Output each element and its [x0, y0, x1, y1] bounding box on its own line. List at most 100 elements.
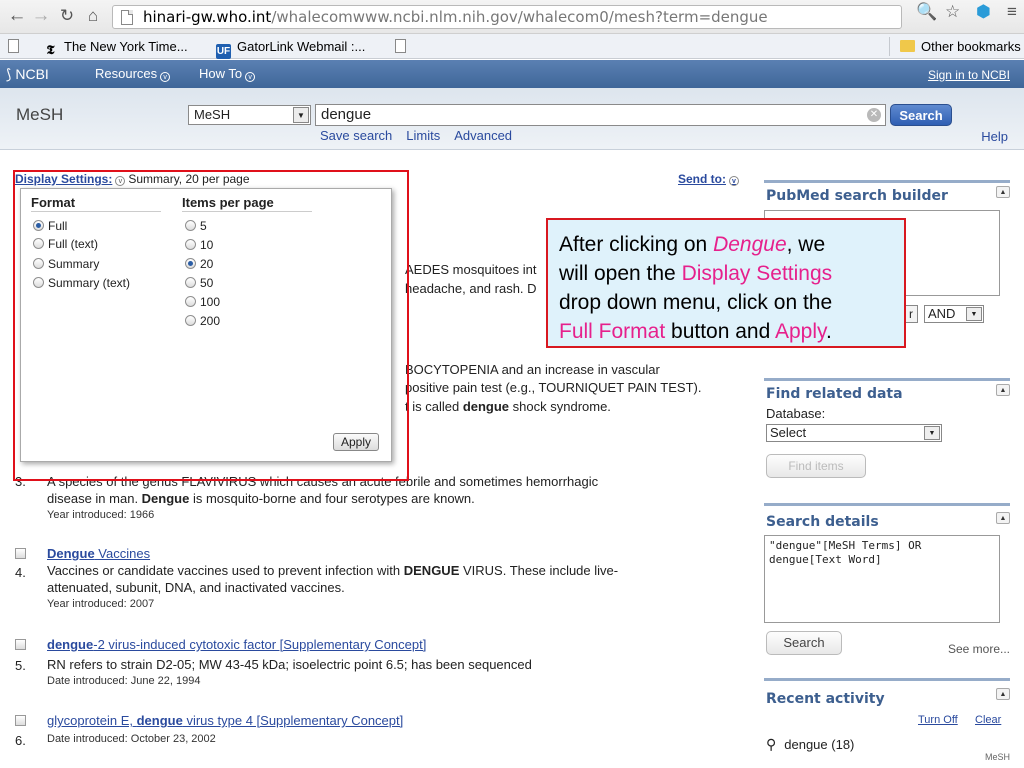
search-input[interactable]: dengue ✕ [315, 104, 886, 126]
related-database-select[interactable]: Select ▼ [766, 424, 942, 442]
see-more-link[interactable]: See more... [948, 642, 1010, 656]
resources-menu[interactable]: Resources v [95, 66, 171, 82]
related-title: Find related data [766, 386, 903, 402]
result-title-link[interactable]: Dengue Vaccines [47, 545, 747, 562]
home-icon[interactable]: ⌂ [82, 5, 104, 27]
radio-icon[interactable] [33, 220, 44, 231]
result-checkbox[interactable] [15, 639, 26, 650]
radio-icon[interactable] [185, 220, 196, 231]
forward-icon[interactable]: → [30, 5, 52, 27]
search-details-portlet: Search details ▲ "dengue"[MeSH Terms] OR… [764, 503, 1010, 663]
display-settings-popover: Format Items per page Full Full (text) S… [20, 188, 392, 462]
zoom-icon[interactable]: 🔍 [916, 0, 937, 24]
clear-icon[interactable]: ✕ [867, 108, 881, 122]
bookmark-gatorlink[interactable]: UF GatorLink Webmail :... [216, 38, 365, 59]
other-bookmarks[interactable]: Other bookmarks [900, 38, 1021, 55]
callout-line: will open the Display Settings [559, 259, 894, 288]
extension-icon[interactable]: ⬢ [976, 0, 991, 24]
items-heading: Items per page [182, 195, 312, 212]
back-icon[interactable]: ← [6, 5, 28, 27]
bookmark-blank[interactable] [8, 38, 19, 55]
radio-icon[interactable] [185, 239, 196, 250]
collapse-icon[interactable]: ▲ [996, 186, 1010, 198]
howto-menu[interactable]: How To v [199, 66, 256, 82]
items-option-20[interactable]: 20 [185, 256, 213, 272]
recent-item-label: dengue (18) [784, 737, 855, 752]
items-option-5[interactable]: 5 [185, 218, 207, 234]
chevron-down-icon[interactable]: v [115, 176, 126, 186]
howto-label: How To [199, 66, 243, 81]
clear-link[interactable]: Clear [975, 714, 1001, 726]
fragment-text: t is called [405, 399, 463, 414]
items-option-100[interactable]: 100 [185, 294, 220, 310]
advanced-link[interactable]: Advanced [454, 128, 512, 143]
fragment-text: shock syndrome. [509, 399, 611, 414]
limits-link[interactable]: Limits [406, 128, 440, 143]
callout-line: After clicking on Dengue, we [559, 230, 894, 259]
option-label: 5 [200, 219, 207, 233]
builder-partial-control[interactable]: r [904, 305, 918, 323]
result-title-link[interactable]: dengue-2 virus-induced cytotoxic factor … [47, 636, 747, 653]
format-option-full[interactable]: Full [33, 218, 67, 234]
ncbi-bar: ⟆ NCBI Resources v How To v Sign in to N… [0, 60, 1024, 88]
radio-icon[interactable] [185, 315, 196, 326]
display-settings-bar: Display Settings: v Summary, 20 per page [15, 172, 250, 186]
radio-icon[interactable] [33, 277, 44, 288]
search-details-textarea[interactable]: "dengue"[MeSH Terms] OR dengue[Text Word… [764, 535, 1000, 623]
result-description: RN refers to strain D2-05; MW 43-45 kDa;… [47, 657, 532, 672]
result-checkbox[interactable] [15, 548, 26, 559]
address-bar[interactable]: hinari-gw.who.int/whalecomwww.ncbi.nlm.n… [112, 5, 902, 29]
collapse-icon[interactable]: ▲ [996, 512, 1010, 524]
collapse-icon[interactable]: ▲ [996, 384, 1010, 396]
result-year: Date introduced: October 23, 2002 [47, 733, 216, 745]
builder-operator-select[interactable]: AND ▼ [924, 305, 984, 323]
ncbi-logo[interactable]: ⟆ NCBI [6, 66, 49, 83]
items-option-200[interactable]: 200 [185, 313, 220, 329]
radio-icon[interactable] [185, 258, 196, 269]
nytimes-icon: 𝕿 [46, 43, 55, 58]
title-text: glycoprotein E, [47, 713, 137, 728]
radio-icon[interactable] [185, 277, 196, 288]
chevron-down-icon: v [160, 72, 171, 82]
bookmark-nytimes[interactable]: 𝕿 The New York Time... [43, 38, 188, 58]
search-button[interactable]: Search [890, 104, 952, 126]
radio-icon[interactable] [33, 258, 44, 269]
items-option-10[interactable]: 10 [185, 237, 213, 253]
result-fragment: AEDES mosquitoes int [405, 262, 537, 277]
display-settings-link[interactable]: Display Settings: [15, 172, 112, 186]
result-fragment: positive pain test (e.g., TOURNIQUET PAI… [405, 380, 702, 395]
result-checkbox[interactable] [15, 715, 26, 726]
database-select[interactable]: MeSH ▼ [188, 105, 311, 125]
items-option-50[interactable]: 50 [185, 275, 213, 291]
save-search-link[interactable]: Save search [320, 128, 392, 143]
turn-off-link[interactable]: Turn Off [918, 714, 958, 726]
collapse-icon[interactable]: ▲ [996, 688, 1010, 700]
menu-icon[interactable]: ≡ [1007, 0, 1017, 24]
chevron-down-icon[interactable]: v [729, 176, 739, 186]
page-icon [8, 39, 19, 53]
details-search-button[interactable]: Search [766, 631, 842, 655]
format-option-full-text[interactable]: Full (text) [33, 236, 98, 252]
signin-link[interactable]: Sign in to NCBI [928, 68, 1010, 82]
option-label: 10 [200, 238, 214, 252]
radio-icon[interactable] [33, 238, 44, 249]
recent-item[interactable]: ⚲ dengue (18) [766, 736, 854, 753]
reload-icon[interactable]: ↻ [56, 5, 78, 27]
bookmark-blank[interactable] [395, 38, 406, 55]
format-option-summary[interactable]: Summary [33, 256, 99, 272]
star-icon[interactable]: ☆ [945, 0, 960, 24]
help-link[interactable]: Help [981, 129, 1008, 144]
result-fragment: headache, and rash. D [405, 281, 537, 296]
option-label: Summary (text) [48, 276, 131, 290]
send-to-link[interactable]: Send to: [678, 172, 726, 186]
result-title-link[interactable]: glycoprotein E, dengue virus type 4 [Sup… [47, 712, 747, 729]
find-items-button[interactable]: Find items [766, 454, 866, 478]
title-bold: Dengue [47, 546, 95, 561]
apply-button[interactable]: Apply [333, 433, 379, 451]
portlet-divider [764, 503, 1010, 506]
format-option-summary-text[interactable]: Summary (text) [33, 275, 130, 291]
radio-icon[interactable] [185, 296, 196, 307]
related-data-portlet: Find related data ▲ Database: Select ▼ Fi… [764, 378, 1010, 488]
result-description: disease in man. Dengue is mosquito-borne… [47, 490, 747, 507]
result-year: Year introduced: 2007 [47, 598, 155, 610]
